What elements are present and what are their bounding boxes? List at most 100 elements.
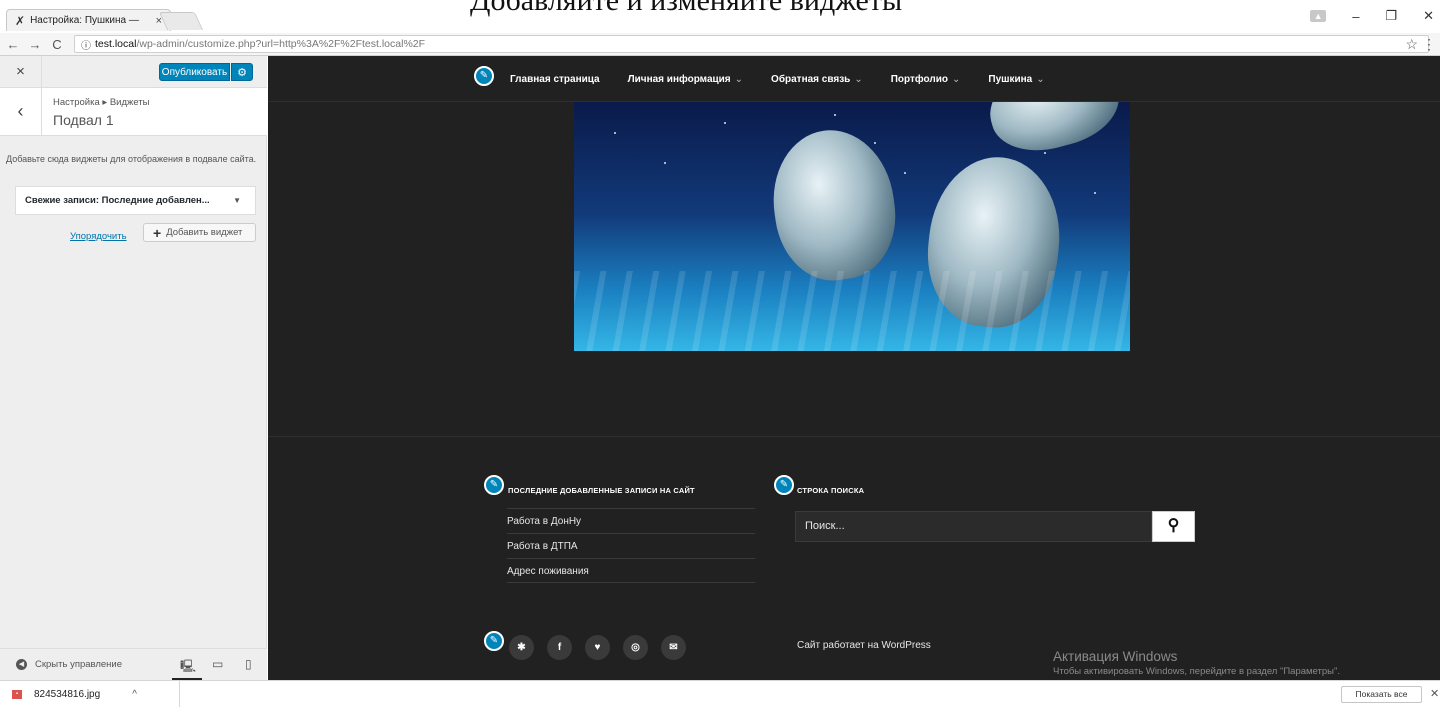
nav-menu: Главная страница Личная информация ⌄ Обра… xyxy=(510,74,1045,85)
back-icon[interactable]: ← xyxy=(4,37,22,52)
browser-tab-strip: ✗ Настройка: Пушкина — × Добавляйте и из… xyxy=(0,0,1440,33)
restore-icon[interactable]: ❐ xyxy=(1385,8,1397,24)
tab-favicon-icon: ✗ xyxy=(15,13,26,28)
sparkle xyxy=(834,114,836,116)
windows-activation-title: Активация Windows xyxy=(1053,649,1178,664)
section-title: Подвал 1 xyxy=(53,112,114,128)
url-path: /wp-admin/customize.php?url=http%3A%2F%2… xyxy=(136,38,426,50)
tablet-preview-icon[interactable]: ▭ xyxy=(212,657,223,671)
sparkle xyxy=(614,132,616,134)
download-file-name: 824534816.jpg xyxy=(34,688,101,700)
search-widget-title: СТРОКА ПОИСКА xyxy=(797,486,865,495)
edit-search-widget-pencil-icon[interactable]: ✎ xyxy=(774,475,794,495)
tab-title: Настройка: Пушкина — xyxy=(30,15,139,26)
desktop-preview-icon[interactable]: 🖳 xyxy=(180,657,196,678)
user-profile-icon[interactable]: ▲ xyxy=(1310,10,1327,22)
download-item[interactable]: ▪ 824534816.jpg ^ xyxy=(0,681,180,707)
customizer-sidebar: × Опубликовать ⚙ ‹ Настройка ▸ Виджеты П… xyxy=(0,56,267,681)
breadcrumb: Настройка ▸ Виджеты xyxy=(53,97,150,108)
download-bar: ▪ 824534816.jpg ^ Показать все ✕ xyxy=(0,680,1440,707)
forward-icon[interactable]: → xyxy=(26,37,44,52)
widget-title: Свежие записи: Последние добавлен... xyxy=(25,195,210,206)
edit-social-menu-pencil-icon[interactable]: ✎ xyxy=(484,631,504,651)
show-all-downloads-button[interactable]: Показать все xyxy=(1341,686,1422,703)
site-navigation: ✎ Главная страница Личная информация ⌄ Об… xyxy=(268,56,1440,102)
chevron-down-icon: ⌄ xyxy=(1036,74,1045,85)
yelp-icon[interactable]: ✱ xyxy=(509,635,534,660)
screen: ✗ Настройка: Пушкина — × Добавляйте и из… xyxy=(0,0,1440,707)
windows-activation-watermark: Активация Windows Чтобы активировать Win… xyxy=(1053,649,1340,677)
hide-controls-label: Скрыть управление xyxy=(35,659,123,670)
mobile-preview-icon[interactable]: ▯ xyxy=(245,657,252,671)
nav-item-feedback[interactable]: Обратная связь ⌄ xyxy=(771,74,863,85)
recent-posts-title: ПОСЛЕДНИЕ ДОБАВЛЕННЫЕ ЗАПИСИ НА САЙТ xyxy=(508,486,695,495)
url-host: test.local xyxy=(95,38,137,50)
site-info-icon[interactable]: ⓘ xyxy=(81,37,91,52)
facebook-icon[interactable]: f xyxy=(547,635,572,660)
nav-item-home[interactable]: Главная страница xyxy=(510,74,600,85)
search-button[interactable]: ⚲ xyxy=(1152,511,1195,542)
sparkle xyxy=(1094,192,1096,194)
dolphin-top xyxy=(980,102,1128,163)
reorder-link[interactable]: Упорядочить xyxy=(70,231,127,242)
customizer-footer: ◀ Скрыть управление 🖳 ▭ ▯ xyxy=(0,648,267,681)
reload-icon[interactable]: C xyxy=(48,37,66,52)
twitter-icon[interactable]: ♥ xyxy=(585,635,610,660)
bookmark-star-icon[interactable]: ☆ xyxy=(1405,36,1418,53)
chevron-down-icon: ⌄ xyxy=(951,74,961,85)
overlay-heading: Добавляйте и изменяйте виджеты xyxy=(470,0,903,17)
image-file-icon: ▪ xyxy=(12,689,22,699)
chevron-up-icon[interactable]: ^ xyxy=(132,689,137,700)
collapse-arrow-icon: ◀ xyxy=(16,659,27,670)
windows-activation-text: Чтобы активировать Windows, перейдите в … xyxy=(1053,666,1340,677)
new-tab-button[interactable] xyxy=(158,12,204,30)
publish-settings-gear-icon[interactable]: ⚙ xyxy=(231,63,253,81)
search-input[interactable]: Поиск... xyxy=(795,511,1152,542)
section-header: ‹ Настройка ▸ Виджеты Подвал 1 xyxy=(0,88,267,136)
chevron-down-icon: ⌄ xyxy=(854,74,863,85)
plus-icon: + xyxy=(153,224,162,241)
powered-by-text[interactable]: Сайт работает на WordPress xyxy=(797,640,931,651)
publish-button[interactable]: Опубликовать xyxy=(159,63,230,81)
section-description: Добавьте сюда виджеты для отображения в … xyxy=(6,154,257,164)
nav-item-personal-info[interactable]: Личная информация ⌄ xyxy=(628,74,743,85)
post-link[interactable]: Адрес поживания xyxy=(507,558,755,583)
header-image-dolphins xyxy=(574,102,1130,351)
close-download-bar-icon[interactable]: ✕ xyxy=(1430,687,1439,700)
url-input[interactable]: ⓘ test.local /wp-admin/customize.php?url… xyxy=(74,35,1429,53)
edit-menu-pencil-icon[interactable]: ✎ xyxy=(474,66,494,86)
chevron-down-icon: ⌄ xyxy=(734,74,744,85)
minimize-icon[interactable]: – xyxy=(1352,9,1359,24)
address-bar: ← → C ⓘ test.local /wp-admin/customize.p… xyxy=(0,33,1440,56)
add-widget-label: Добавить виджет xyxy=(166,227,243,238)
edit-widget-pencil-icon[interactable]: ✎ xyxy=(484,475,504,495)
close-customizer-icon[interactable]: × xyxy=(0,56,42,88)
hide-controls-button[interactable]: ◀ Скрыть управление xyxy=(16,659,122,670)
nav-item-portfolio[interactable]: Портфолио ⌄ xyxy=(891,74,961,85)
social-links: ✱ f ♥ ◎ ✉ xyxy=(509,635,686,660)
water-caustics xyxy=(574,271,1130,351)
browser-menu-icon[interactable]: ⋮ xyxy=(1422,36,1436,53)
sparkle xyxy=(664,162,666,164)
email-icon[interactable]: ✉ xyxy=(661,635,686,660)
dolphin-left xyxy=(764,122,904,288)
close-window-icon[interactable]: ✕ xyxy=(1423,8,1434,24)
widget-recent-posts[interactable]: Свежие записи: Последние добавлен... ▼ xyxy=(15,186,256,215)
sparkle xyxy=(874,142,876,144)
browser-tab[interactable]: ✗ Настройка: Пушкина — × xyxy=(6,9,171,31)
add-widget-button[interactable]: + Добавить виджет xyxy=(143,223,256,242)
sparkle xyxy=(724,122,726,124)
nav-item-pushkina[interactable]: Пушкина ⌄ xyxy=(988,74,1044,85)
customizer-header: × Опубликовать ⚙ xyxy=(0,56,267,88)
widget-expand-icon[interactable]: ▼ xyxy=(233,196,241,205)
sparkle xyxy=(1044,152,1046,154)
recent-posts-list: Работа в ДонНу Работа в ДТПА Адрес пожив… xyxy=(507,508,755,583)
window-controls: ▲ – ❐ ✕ xyxy=(1310,6,1440,26)
site-preview: ✎ Главная страница Личная информация ⌄ Об… xyxy=(268,56,1440,680)
back-arrow-icon[interactable]: ‹ xyxy=(0,88,42,136)
instagram-icon[interactable]: ◎ xyxy=(623,635,648,660)
post-link[interactable]: Работа в ДТПА xyxy=(507,533,755,558)
search-icon: ⚲ xyxy=(1167,517,1180,534)
post-link[interactable]: Работа в ДонНу xyxy=(507,508,755,533)
sparkle xyxy=(904,172,906,174)
